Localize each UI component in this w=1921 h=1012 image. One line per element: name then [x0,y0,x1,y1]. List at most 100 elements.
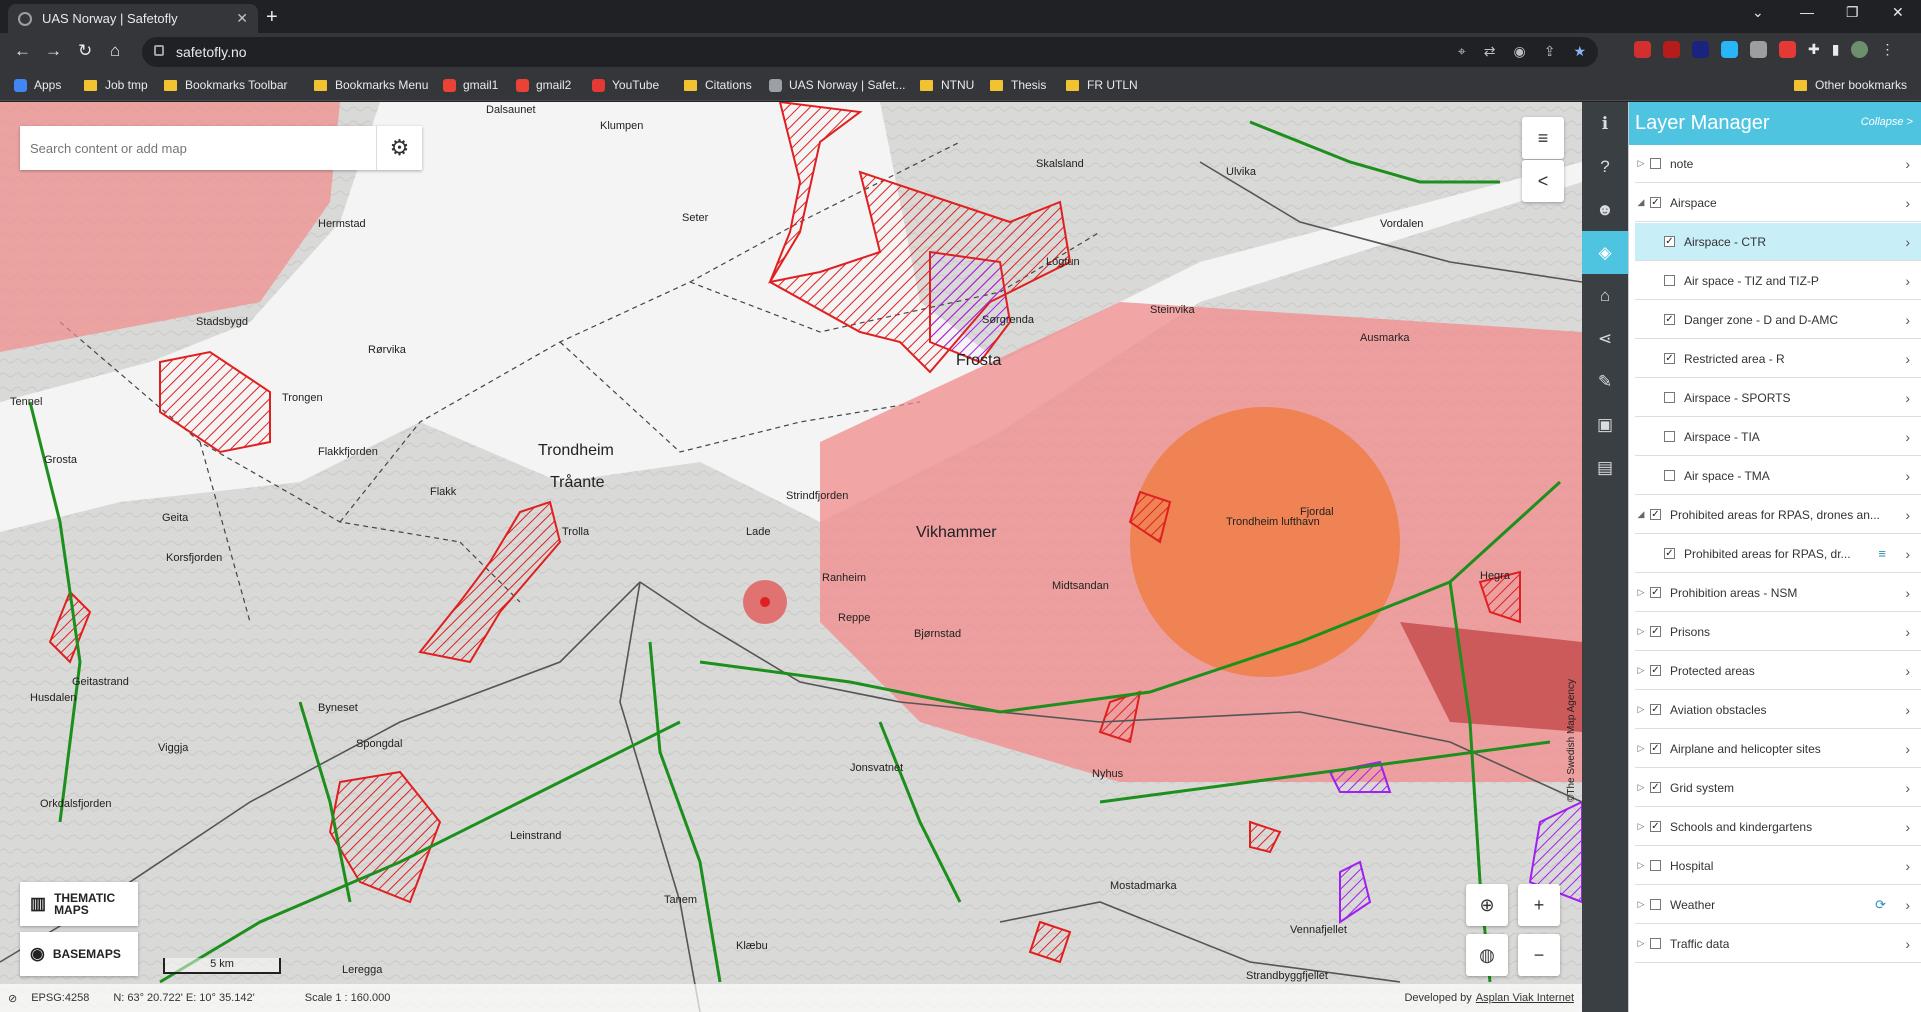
layer-row[interactable]: ▷ ✓ Prohibition areas - NSM › [1635,574,1921,612]
menu-dots-icon[interactable]: ⋮ [1880,41,1894,58]
zoom-out-button[interactable]: − [1518,934,1560,976]
layer-details-chevron-icon[interactable]: › [1905,351,1910,367]
legend-icon[interactable]: ≡ [1878,546,1886,561]
settings-icon[interactable]: ⊘ [8,992,17,1005]
layer-row[interactable]: ✓ Airspace - CTR › [1635,223,1921,261]
basemaps-button[interactable]: ◉ BASEMAPS [20,932,138,976]
layer-row[interactable]: Air space - TMA › [1635,457,1921,495]
zoom-in-button[interactable]: + [1518,884,1560,926]
bookmark-job-tmp[interactable]: Job tmp [84,78,148,92]
layer-details-chevron-icon[interactable]: › [1905,195,1910,211]
user-icon[interactable]: ☻ [1582,188,1628,231]
bookmark-gmail1[interactable]: gmail1 [443,78,498,92]
layer-row[interactable]: ✓ Restricted area - R › [1635,340,1921,378]
layer-checkbox[interactable]: ✓ [1650,587,1661,598]
layer-checkbox[interactable]: ✓ [1664,353,1675,364]
locate-button[interactable]: ⊕ [1466,884,1508,926]
pencil-icon[interactable]: ✎ [1582,360,1628,403]
layer-row[interactable]: ▷ Weather ⟳ › [1635,886,1921,924]
layer-checkbox[interactable] [1650,899,1661,910]
bookmark-uas-norway-safet[interactable]: UAS Norway | Safet... [769,78,906,92]
layer-row[interactable]: Air space - TIZ and TIZ-P › [1635,262,1921,300]
layer-row[interactable]: ✓ Danger zone - D and D-AMC › [1635,301,1921,339]
layer-details-chevron-icon[interactable]: › [1905,780,1910,796]
expand-toggle-icon[interactable]: ▷ [1635,626,1647,637]
layer-row[interactable]: ✓ Prohibited areas for RPAS, dr... ≡ › [1635,535,1921,573]
layer-details-chevron-icon[interactable]: › [1905,273,1910,289]
search-icon[interactable]: ⚙ [376,126,422,170]
back-icon[interactable]: ← [14,41,31,61]
layer-checkbox[interactable] [1650,158,1661,169]
layer-row[interactable]: Airspace - TIA › [1635,418,1921,456]
bookmark-icon[interactable]: ▤ [1582,446,1628,489]
restore-button[interactable]: ❐ [1846,4,1859,21]
bookmark-bookmarks-toolbar[interactable]: Bookmarks Toolbar [164,78,288,92]
layer-checkbox[interactable]: ✓ [1650,821,1661,832]
layer-row[interactable]: ▷ ✓ Schools and kindergartens › [1635,808,1921,846]
thematic-maps-button[interactable]: ▥ THEMATIC MAPS [20,882,138,926]
extension-icon[interactable] [1634,41,1651,58]
extension-icon[interactable] [1692,41,1709,58]
layer-checkbox[interactable]: ✓ [1664,236,1675,247]
layer-row[interactable]: ◢ ✓ Airspace › [1635,184,1921,222]
help-icon[interactable]: ? [1582,145,1628,188]
close-window-button[interactable]: ✕ [1892,4,1904,21]
extension-icon[interactable] [1721,41,1738,58]
bookmark-youtube[interactable]: YouTube [592,78,659,92]
map-canvas[interactable]: ⚙ ≡ < ⊕ + ◍ − ▥ THEMATIC MAPS ◉ BASEMAPS 5… [0,102,1582,1012]
layer-checkbox[interactable] [1664,392,1675,403]
puzzle-icon[interactable]: ✚ [1808,41,1820,58]
location-icon[interactable]: ⌖ [1458,43,1466,60]
layer-checkbox[interactable]: ✓ [1650,704,1661,715]
layer-details-chevron-icon[interactable]: › [1905,507,1910,523]
share-icon[interactable]: ⋖ [1582,317,1628,360]
extension-icon[interactable] [1779,41,1796,58]
layer-checkbox[interactable] [1664,275,1675,286]
other-bookmarks[interactable]: Other bookmarks [1794,78,1907,92]
home-icon[interactable]: ⌂ [110,41,120,61]
collapse-button[interactable]: Collapse > [1861,116,1913,128]
layer-row[interactable]: ▷ note › [1635,145,1921,183]
layer-details-chevron-icon[interactable]: › [1905,429,1910,445]
layer-row[interactable]: ◢ ✓ Prohibited areas for RPAS, drones an..… [1635,496,1921,534]
tag-icon[interactable]: ⌂ [1582,274,1628,317]
layer-checkbox[interactable]: ✓ [1650,743,1661,754]
share-page-icon[interactable]: ⇪ [1544,43,1556,60]
layer-details-chevron-icon[interactable]: › [1905,156,1910,172]
layer-row[interactable]: ▷ ✓ Airplane and helicopter sites › [1635,730,1921,768]
layer-checkbox[interactable]: ✓ [1650,197,1661,208]
bookmark-fr-utln[interactable]: FR UTLN [1066,78,1138,92]
map-share-button[interactable]: < [1522,160,1564,202]
layer-checkbox[interactable] [1664,470,1675,481]
forward-icon[interactable]: → [45,41,62,61]
search-input[interactable] [20,126,376,170]
side-panel-icon[interactable]: ▮ [1832,41,1840,58]
bookmark-thesis[interactable]: Thesis [990,78,1046,92]
expand-toggle-icon[interactable]: ▷ [1635,938,1647,949]
address-bar[interactable]: safetofly.no ⌖ ⇄ ◉ ⇪ ★ [142,37,1598,67]
layer-checkbox[interactable]: ✓ [1650,782,1661,793]
layer-checkbox[interactable]: ✓ [1650,665,1661,676]
briefcase-icon[interactable]: ▣ [1582,403,1628,446]
tab-search-icon[interactable]: ⌄ [1752,4,1764,21]
star-icon[interactable]: ★ [1573,43,1586,60]
layer-details-chevron-icon[interactable]: › [1905,390,1910,406]
layer-checkbox[interactable]: ✓ [1650,626,1661,637]
expand-toggle-icon[interactable]: ▷ [1635,743,1647,754]
extension-icon[interactable] [1663,41,1680,58]
bookmark-gmail2[interactable]: gmail2 [516,78,571,92]
browser-tab[interactable]: UAS Norway | Safetofly ✕ [8,4,258,33]
layer-details-chevron-icon[interactable]: › [1905,819,1910,835]
layer-row[interactable]: ▷ Traffic data › [1635,925,1921,963]
layer-row[interactable]: ▷ ✓ Protected areas › [1635,652,1921,690]
layer-row[interactable]: ▷ ✓ Aviation obstacles › [1635,691,1921,729]
layer-row[interactable]: ▷ Hospital › [1635,847,1921,885]
layer-checkbox[interactable] [1650,860,1661,871]
layer-details-chevron-icon[interactable]: › [1905,234,1910,250]
minimize-button[interactable]: — [1800,4,1814,20]
developer-link[interactable]: Asplan Viak Internet [1476,992,1574,1004]
layer-details-chevron-icon[interactable]: › [1905,312,1910,328]
layer-checkbox[interactable]: ✓ [1664,314,1675,325]
globe-button[interactable]: ◍ [1466,934,1508,976]
eye-icon[interactable]: ◉ [1513,43,1525,60]
